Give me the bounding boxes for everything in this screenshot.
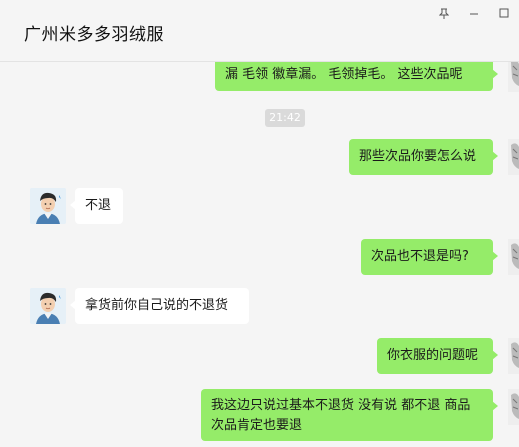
avatar-self[interactable] [508,338,519,374]
avatar-self[interactable] [508,389,519,425]
message-bubble-outgoing[interactable]: 漏 毛领 徽章漏。 毛领掉毛。 这些次品呢 [215,57,498,91]
chat-header: 广州米多多羽绒服 [0,0,519,62]
avatar-contact[interactable] [30,188,66,224]
message-list[interactable]: 漏 毛领 徽章漏。 毛领掉毛。 这些次品呢 21:42 那些次品你要怎么说 不退… [0,0,519,447]
message-bubble-incoming[interactable]: 不退 [70,188,123,224]
timestamp-divider: 21:42 [265,109,305,127]
message-bubble-outgoing[interactable]: 次品也不退是吗? [361,239,498,275]
avatar-contact[interactable] [30,288,66,324]
maximize-icon[interactable] [489,4,519,22]
avatar-self[interactable] [508,139,519,175]
window-controls [429,4,519,22]
minimize-icon[interactable] [459,4,489,22]
chat-title: 广州米多多羽绒服 [24,25,164,45]
message-bubble-outgoing[interactable]: 我这边只说过基本不退货 没有说 都不退 商品次品肯定也要退 [201,389,498,441]
message-bubble-incoming[interactable]: 拿货前你自己说的不退货 [70,288,249,324]
pin-icon[interactable] [429,4,459,22]
avatar-self[interactable] [508,239,519,275]
message-bubble-outgoing[interactable]: 你衣服的问题呢 [377,338,498,374]
message-bubble-outgoing[interactable]: 那些次品你要怎么说 [349,139,498,175]
